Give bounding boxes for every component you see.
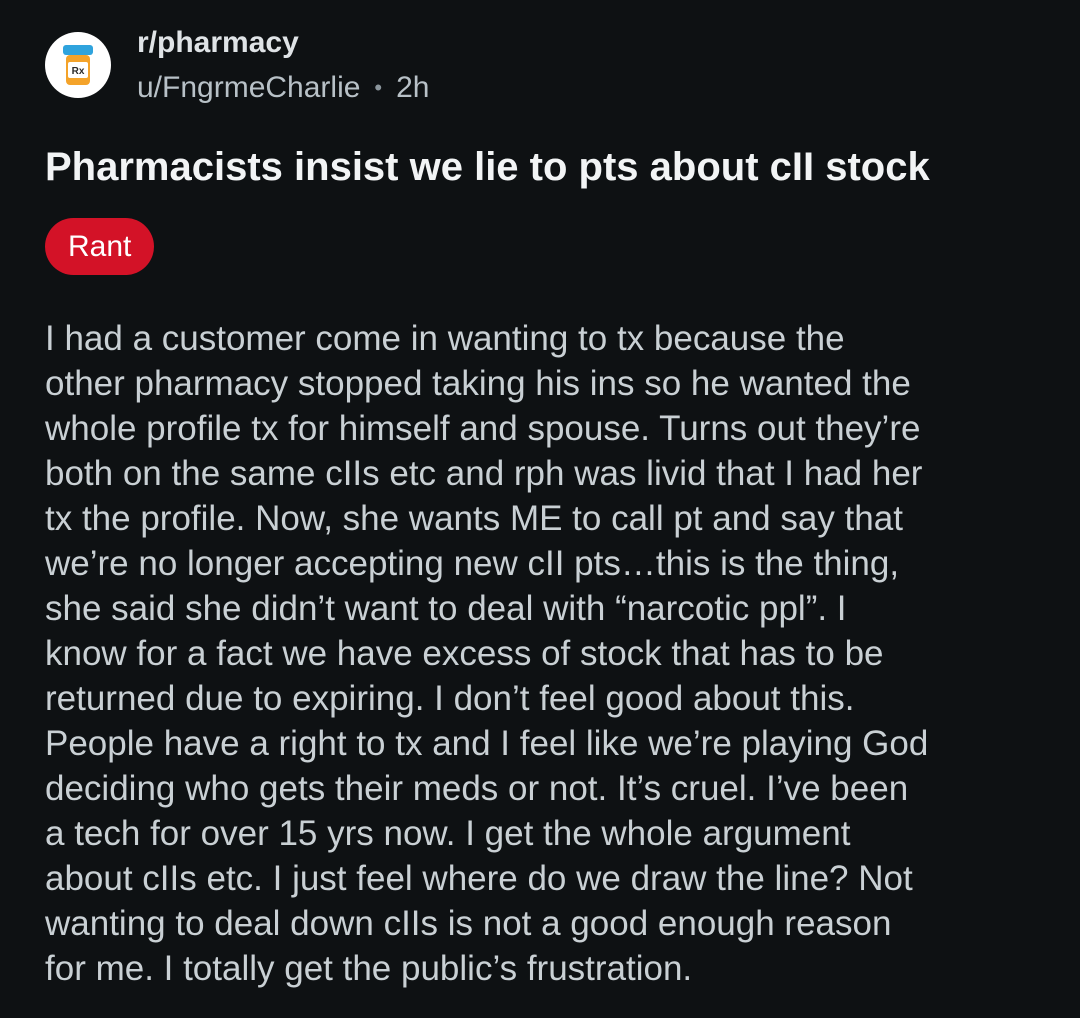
- svg-text:Rx: Rx: [72, 66, 85, 77]
- body-line: about cIIs etc. I just feel where do we …: [45, 859, 913, 898]
- body-line: both on the same cIIs etc and rph was li…: [45, 454, 923, 493]
- post-card: Rx r/pharmacy u/FngrmeCharlie • 2h Pharm…: [0, 0, 1080, 1018]
- body-line: returned due to expiring. I don’t feel g…: [45, 679, 855, 718]
- body-line: know for a fact we have excess of stock …: [45, 634, 884, 673]
- body-line: other pharmacy stopped taking his ins so…: [45, 364, 911, 403]
- post-header: Rx r/pharmacy u/FngrmeCharlie • 2h: [45, 26, 430, 106]
- body-line: she said she didn’t want to deal with “n…: [45, 589, 847, 628]
- subreddit-name[interactable]: r/pharmacy: [137, 26, 430, 60]
- body-line: People have a right to tx and I feel lik…: [45, 724, 929, 763]
- pill-bottle-rx-icon: Rx: [63, 45, 93, 85]
- author-username[interactable]: u/FngrmeCharlie: [137, 70, 360, 106]
- post-body: I had a customer come in wanting to tx b…: [45, 316, 1045, 991]
- post-time: 2h: [396, 71, 430, 104]
- subreddit-avatar[interactable]: Rx: [45, 32, 111, 98]
- body-line: I had a customer come in wanting to tx b…: [45, 319, 845, 358]
- body-line: a tech for over 15 yrs now. I get the wh…: [45, 814, 851, 853]
- post-flair[interactable]: Rant: [45, 218, 155, 275]
- body-line: wanting to deal down cIIs is not a good …: [45, 904, 892, 943]
- body-line: deciding who gets their meds or not. It’…: [45, 769, 909, 808]
- separator-dot: •: [374, 75, 383, 100]
- post-meta: r/pharmacy u/FngrmeCharlie • 2h: [137, 26, 430, 106]
- byline: u/FngrmeCharlie • 2h: [137, 70, 430, 106]
- body-line: tx the profile. Now, she wants ME to cal…: [45, 499, 903, 538]
- body-line: for me. I totally get the public’s frust…: [45, 949, 693, 988]
- post-title[interactable]: Pharmacists insist we lie to pts about c…: [45, 142, 1045, 192]
- body-line: whole profile tx for himself and spouse.…: [45, 409, 921, 448]
- body-line: we’re no longer accepting new cII pts…th…: [45, 544, 900, 583]
